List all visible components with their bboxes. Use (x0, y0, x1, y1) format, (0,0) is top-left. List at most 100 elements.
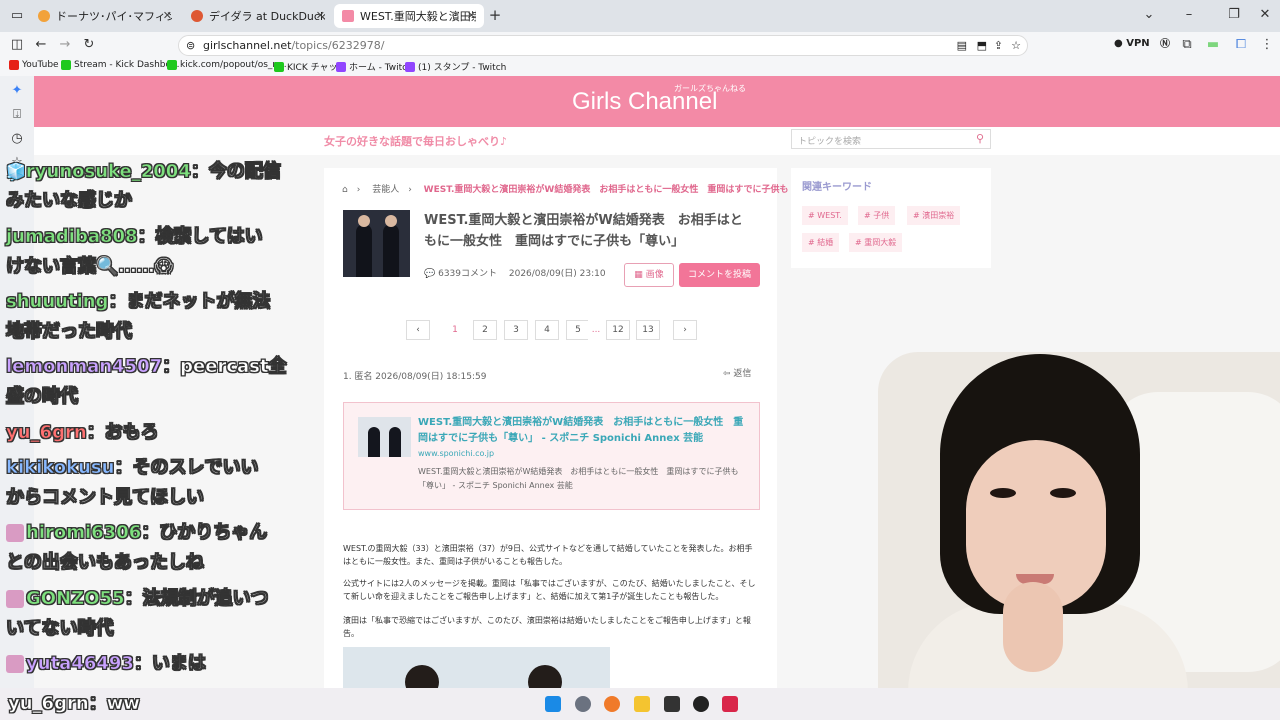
menu-icon[interactable]: ⋮ (1258, 36, 1276, 54)
profile-icon[interactable]: Ⓝ (1156, 36, 1174, 54)
chat-message: ：おもろ (86, 422, 159, 444)
related-keywords-panel: 関連キーワード # WEST. # 子供 # 濱田崇裕 # 結婚 # 重岡大毅 (791, 168, 991, 268)
page-12[interactable]: 12 (606, 320, 630, 340)
keyword-tag[interactable]: # 重岡大毅 (849, 233, 903, 252)
chat-username: yuta46493 (26, 653, 135, 675)
file-explorer-icon[interactable] (634, 696, 650, 712)
app-icon[interactable] (664, 696, 680, 712)
bookmark-kick-popout[interactable]: kick.com/popout/os_n... (167, 60, 287, 70)
new-tab-button[interactable]: + (486, 6, 504, 24)
reader-icon[interactable]: ▤ (957, 36, 967, 55)
article-photo[interactable] (343, 647, 610, 688)
page-13[interactable]: 13 (636, 320, 660, 340)
close-icon[interactable]: ✕ (467, 9, 476, 22)
link-card[interactable]: WEST.重岡大毅と濱田崇裕がW結婚発表 お相手はともに一般女性 重岡はすでに子… (343, 402, 760, 510)
address-bar[interactable]: ⊜ girlschannel.net/topics/6232978/ ▤ ⬒ ⇪… (178, 35, 1028, 56)
sparkle-icon[interactable]: ✦ (8, 82, 26, 100)
image-button[interactable]: ▦ 画像 (624, 263, 674, 287)
cube-icon: 🧊 (6, 162, 27, 182)
person-figure (389, 427, 401, 457)
chat-line: 🧊ryunosuke_2004：今の配信 (6, 157, 281, 187)
page-prev[interactable]: ‹ (406, 320, 430, 340)
twitch-icon (336, 61, 346, 72)
back-icon[interactable]: ← (32, 36, 50, 54)
youtube-icon (9, 60, 19, 70)
battery-icon[interactable]: ▬ (1204, 36, 1222, 54)
keyword-tag[interactable]: # 濱田崇裕 (907, 206, 961, 225)
chat-username: yu_6grn (6, 422, 87, 444)
site-tagline: 女子の好きな話題で毎日おしゃべり♪ (324, 135, 508, 148)
bookmark-twitch-home[interactable]: ホーム - Twitch (336, 60, 413, 73)
page-next[interactable]: › (673, 320, 697, 340)
search-icon[interactable]: ⚲ (976, 132, 984, 145)
windows-start-icon[interactable] (545, 696, 561, 712)
extensions-icon[interactable]: ⧉ (1178, 36, 1196, 54)
close-icon[interactable]: ✕ (163, 9, 172, 22)
obs-icon[interactable] (693, 696, 709, 712)
close-icon[interactable]: ✕ (316, 9, 325, 22)
home-icon[interactable]: ⌂ (342, 185, 348, 195)
bookmark-kick-dashboard[interactable]: Stream - Kick Dashbo... (61, 60, 179, 70)
breadcrumb-current: WEST.重岡大毅と濱田崇裕がW結婚発表 お相手はともに一般女性 重岡はすでに子… (423, 185, 807, 195)
chat-username: lemonman4507 (6, 356, 163, 378)
sidebar-toggle-icon[interactable]: ◫ (8, 36, 26, 54)
minimize-icon[interactable]: – (1180, 6, 1198, 24)
chat-message: ：ひかりちゃん (141, 522, 268, 544)
chat-line: hiromi6306：ひかりちゃん (6, 518, 268, 548)
search-input[interactable]: トピックを検索 ⚲ (791, 129, 991, 149)
link-card-title[interactable]: WEST.重岡大毅と濱田崇裕がW結婚発表 お相手はともに一般女性 重岡はすでに子… (418, 415, 748, 447)
chat-username: shuuuting (6, 291, 109, 313)
bookmark-youtube[interactable]: YouTube (9, 60, 59, 70)
person-eye (990, 488, 1016, 498)
share-icon[interactable]: ⇪ (994, 36, 1003, 55)
page-3[interactable]: 3 (504, 320, 528, 340)
search-placeholder: トピックを検索 (798, 137, 862, 147)
firefox-icon[interactable] (604, 696, 620, 712)
tab-donut[interactable]: ドーナツ･パイ･マフィン｜メニュー｜ミ ✕ (30, 4, 180, 28)
kick-icon (274, 61, 284, 72)
chat-message: ：検索してはい (137, 226, 263, 248)
bookmark-label: Stream - Kick Dashbo... (74, 60, 180, 70)
app-red-icon[interactable] (722, 696, 738, 712)
settings-gear-icon[interactable] (575, 696, 591, 712)
window-close-icon[interactable]: ✕ (1256, 6, 1274, 24)
tab-duckduckgo[interactable]: デイダラ at DuckDuckGo ✕ (183, 4, 333, 28)
history-icon[interactable]: ◷ (8, 130, 26, 148)
sub-badge-icon (6, 655, 24, 673)
keyword-tag[interactable]: # 結婚 (802, 233, 840, 252)
bookmark-label: kick.com/popout/os_n... (180, 60, 287, 70)
keyword-tag[interactable]: # WEST. (802, 206, 848, 225)
topic-title: WEST.重岡大毅と濱田崇裕がW結婚発表 お相手はともに一般女性 重岡はすでに子… (424, 213, 743, 249)
reload-icon[interactable]: ↻ (80, 36, 98, 54)
tab-label: ドーナツ･パイ･マフィン｜メニュー｜ミ (56, 10, 172, 23)
vpn-button[interactable]: ● VPN (1114, 38, 1150, 49)
downloads-icon[interactable]: ⍗ (8, 106, 26, 124)
site-logo-sub: ガールズちゃんねる (674, 84, 746, 93)
twitch-icon (405, 61, 415, 72)
breadcrumb-category[interactable]: 芸能人 (372, 185, 399, 195)
maximize-icon[interactable]: ❐ (1225, 6, 1243, 24)
chat-username: jumadiba808 (6, 226, 138, 248)
site-info-icon[interactable]: ⊜ (186, 36, 195, 55)
body-paragraph: 濱田は「私事で恐縮ではございますが、このたび、濱田崇裕は結婚いたしましたことをご… (343, 616, 751, 638)
site-header: Girls Channel ガールズちゃんねる (34, 76, 1280, 127)
translate-icon[interactable]: ⧠ (1232, 36, 1250, 54)
page-4[interactable]: 4 (535, 320, 559, 340)
page-5[interactable]: 5 (566, 320, 590, 340)
chat-line: yu_6grn：ww (8, 689, 141, 715)
topic-thumbnail[interactable] (343, 210, 410, 277)
tab-list-icon[interactable]: ▭ (8, 7, 26, 25)
keyword-tag[interactable]: # 子供 (858, 206, 896, 225)
post-comment-button[interactable]: コメントを投稿 (679, 263, 760, 287)
bookmark-twitch-stamps[interactable]: (1) スタンプ - Twitch (405, 60, 506, 73)
tab-girlschannel[interactable]: WEST.重岡大毅と濱田崇裕がW結 ✕ (334, 4, 484, 28)
chat-line: jumadiba808：検索してはい (6, 222, 263, 252)
bookmark-label: ホーム - Twitch (349, 63, 413, 73)
page-2[interactable]: 2 (473, 320, 497, 340)
screenshot-icon[interactable]: ⬒ (977, 36, 987, 55)
bookmark-star-icon[interactable]: ☆ (1011, 36, 1021, 55)
chevron-down-icon[interactable]: ⌄ (1140, 6, 1158, 24)
taskbar (0, 688, 1280, 720)
reply-button[interactable]: ⇦ 返信 (723, 366, 751, 379)
forward-icon[interactable]: → (56, 36, 74, 54)
